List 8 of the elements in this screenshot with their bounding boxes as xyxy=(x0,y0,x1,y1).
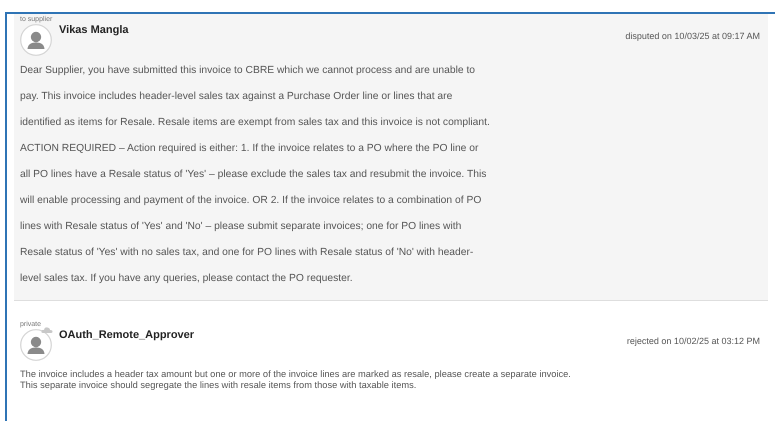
comment-text: Dear Supplier, you have submitted this invoice to CBRE which we cannot process and are unable to pay. This invoice includes header-level sales tax against a Purchase Order line or lines that are identified as items for Resale. Resale items are exempt from sales tax and this invoice is not compliant. ACTION REQUIRED – Action required is either: 1. If the invoice relates to a PO where the PO line or all PO lines have a Resale status of 'Yes' – please exclude the sales tax and resubmit the invoice. This will enable processing and payment of the invoice. OR 2. If the invoice relates to a combination of PO lines with Resale status of 'Yes' and 'No' – please submit separate invoices; one for PO lines with Resale status of 'Yes' with no sales tax, and one for PO lines with Resale status of 'No' with header-level sales tax. If you have any queries, please contact the PO requester. xyxy=(20,64,490,286)
avatar-icon xyxy=(20,329,52,361)
comment-text: The invoice includes a header tax amount but one or more of the invoice lines are marked as resale, please create a separate invoice. This separate invoice should segregate the lines with resale items from those with taxable items. xyxy=(20,369,572,391)
author-name: Vikas Mangla xyxy=(59,24,128,36)
avatar-icon xyxy=(20,24,52,56)
timestamp: disputed on 10/03/25 at 09:17 AM xyxy=(625,30,760,41)
timestamp: rejected on 10/02/25 at 03:12 PM xyxy=(626,335,760,346)
author-name: OAuth_Remote_Approver xyxy=(59,329,194,341)
